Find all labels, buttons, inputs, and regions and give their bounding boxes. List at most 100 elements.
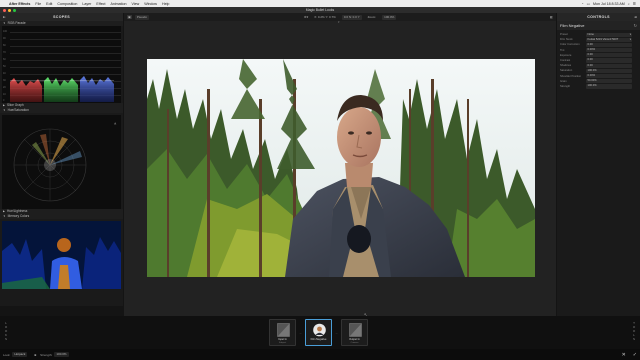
view-mode-dropdown[interactable]: Pseudo [134,14,150,20]
rgb-parade-label: RGB Parade [7,21,26,25]
tool-subtitle: Subject [278,341,287,344]
param-name: Film Stock [560,38,573,42]
menu-layer[interactable]: Layer [82,2,91,6]
search-icon[interactable]: ⌕ [628,2,630,6]
expand-triangle-icon: ▼ [3,215,6,218]
tool-chain-strip: LOOKS TOOLS Input In Subject → Film Nega… [0,312,640,349]
tool-output[interactable]: Output In Camera [341,319,368,346]
param-row: Strength 100.0% [557,84,640,89]
collapse-caret-icon[interactable]: ▾ [338,20,340,24]
viewer-area: ▣ Pseudo ⚙▾ X: 0.2% Y: 0.7% 0.0 N: 0.0 Y… [124,13,556,316]
param-name: Grain [560,79,567,83]
param-name: Exposure [560,53,572,57]
zoom-label: Zoom: [367,15,377,19]
list-icon[interactable]: ☰ [633,2,636,6]
viewer-readouts: ⚙▾ X: 0.2% Y: 0.7% 0.0 N: 0.0 Y Zoom: 10… [304,14,397,20]
scopes-header: ⇤ SCOPES [0,13,123,21]
gear-icon[interactable]: ⚙▾ [304,15,308,19]
expand-triangle-icon: ▶ [3,104,5,107]
param-field[interactable]: 0.00% [586,48,632,53]
param-field[interactable]: 0.00 [586,53,632,58]
tool-name: Film Negative [310,338,327,341]
hue-saturation-section[interactable]: ▼ Hue/Saturation [0,108,123,113]
param-field[interactable]: 0.00 [586,42,632,48]
param-field[interactable]: 0.00 [586,58,632,63]
looks-drawer-tab[interactable]: LOOKS [2,321,10,345]
expand-triangle-icon: ▼ [3,22,6,25]
param-name: Preset [560,33,568,37]
tools-drawer-tab[interactable]: TOOLS [630,321,638,345]
param-name: Tint [560,48,565,52]
zoom-field[interactable]: 100.0% [382,14,397,20]
cancel-button[interactable]: ✕ [622,352,626,358]
tool-title-bar: Film Negative ↻ [557,21,640,30]
film-stock-dropdown[interactable]: Kodak 5219 Vision3 500T ▾ [586,37,632,42]
param-field[interactable]: 100.0% [586,84,632,89]
film-negative-icon [313,323,326,337]
controls-panel: CONTROLS ⇥ Film Negative ↻ Preset None ▾ … [557,13,640,316]
ok-button[interactable]: ✓ [633,352,637,358]
scene-illustration [147,59,535,277]
minimize-window-button[interactable] [8,8,11,12]
menu-edit[interactable]: Edit [46,2,52,6]
arrow-left-icon[interactable]: ⇤ [3,13,6,21]
menu-animation[interactable]: Animation [110,2,126,6]
param-name: Shoulder Position [560,74,582,78]
chain-arrow-icon: → [299,331,302,335]
param-field[interactable]: 100.0% [586,68,632,73]
window-title: Magic Bullet Looks [305,8,335,12]
param-field[interactable]: 0.00 [586,63,632,68]
input-tool-icon [277,323,290,337]
tool-film-negative[interactable]: Film Negative [305,319,332,346]
dropdown-arrow-icon: ▾ [629,32,631,36]
app-menu[interactable]: After Effects [9,2,30,6]
rgb-parade-scope: 100 90 80 70 60 50 40 30 20 10 0 [2,26,121,103]
slice-graph-label: Slice Graph [7,103,24,107]
output-tool-icon [349,323,362,337]
close-window-button[interactable] [3,8,6,12]
strength-label: Strength: [40,352,53,357]
parade-traces [10,76,114,102]
compare-icon[interactable]: ◧ [550,15,553,19]
reset-icon[interactable]: ↻ [634,21,637,30]
menu-effect[interactable]: Effect [96,2,105,6]
wifi-icon[interactable]: ◔ [581,2,583,6]
menu-view[interactable]: View [131,2,139,6]
memory-colors-scope [2,221,121,289]
svg-text:▲: ▲ [114,121,117,125]
memory-colors-preview [2,221,121,289]
param-name: Strength [560,84,571,88]
menubar-clock[interactable]: Mon Jul 18 8:33 AM [593,2,625,6]
menu-help[interactable]: Help [162,2,169,6]
scopes-panel: ⇤ SCOPES ▼ RGB Parade 100 90 80 70 60 50 … [0,13,123,306]
zoom-window-button[interactable] [13,8,16,12]
param-field[interactable]: 0.00% [586,74,632,79]
tool-input[interactable]: Input In Subject [269,319,296,346]
mouse-cursor-icon: ↖ [364,312,368,317]
viewer-toolbar: ▣ Pseudo ⚙▾ X: 0.2% Y: 0.7% 0.0 N: 0.0 Y… [124,13,556,21]
param-field[interactable]: 50.00% [586,79,632,84]
hue-saturation-label: Hue/Saturation [7,108,29,112]
preview-image [147,59,535,277]
controls-header: CONTROLS ⇥ [557,13,640,21]
menu-window[interactable]: Window [144,2,157,6]
look-name-field[interactable]: Hotpack [12,352,28,357]
memory-colors-label: Memory Colors [7,214,30,218]
expand-triangle-icon: ▼ [3,109,6,112]
vectorscope: ▲ [13,121,117,202]
param-value: Kodak 5219 Vision3 500T [587,37,619,41]
fit-icon[interactable]: ▣ [127,15,132,19]
battery-icon[interactable]: ▭ [587,2,590,6]
memory-colors-section[interactable]: ▼ Memory Colors [0,214,123,219]
camera-icon[interactable]: ◙ [34,353,36,357]
hue-saturation-scope: ▲ [2,115,121,209]
menu-composition[interactable]: Composition [57,2,77,6]
arrow-right-icon[interactable]: ⇥ [634,13,637,21]
expand-triangle-icon: ▶ [3,210,5,213]
strength-field[interactable]: 100.0% [54,352,69,357]
tools-label: TOOLS [632,321,636,341]
look-label: Look: [3,352,11,357]
menu-file[interactable]: File [35,2,41,6]
controls-title: CONTROLS [587,15,610,19]
preset-dropdown[interactable]: None ▾ [586,32,632,37]
